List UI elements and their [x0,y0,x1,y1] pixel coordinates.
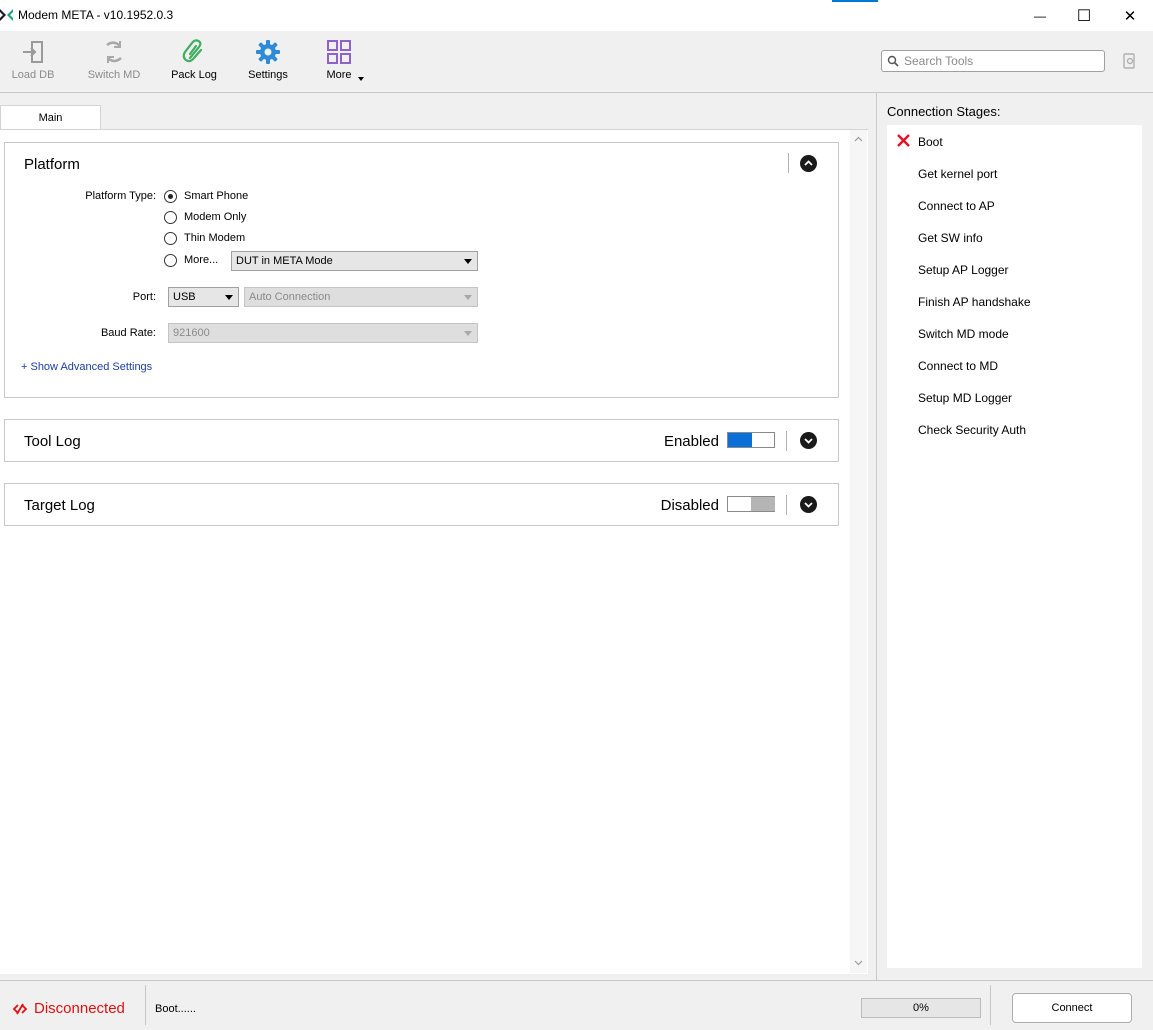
baud-rate-select: 921600 [168,323,478,343]
settings-button[interactable]: Settings [235,39,301,89]
stage-item: Connect to AP [918,199,995,213]
baud-rate-label: Baud Rate: [100,327,156,339]
pack-log-label: Pack Log [171,69,217,81]
stage-item: Get kernel port [918,167,998,181]
switch-md-icon [106,41,122,63]
more-mode-select[interactable]: DUT in META Mode [231,251,478,271]
maximize-icon: ☐ [1076,7,1092,25]
load-db-label: Load DB [11,69,55,81]
platform-title: Platform [24,156,80,173]
section-divider [786,431,787,451]
switch-md-button[interactable]: Switch MD [81,39,147,89]
target-log-state: Disabled [660,497,719,514]
grid-icon [327,40,351,64]
paperclip-icon [182,39,203,63]
dropdown-arrow-icon [464,331,472,336]
stage-item: Switch MD mode [918,327,1009,341]
connection-stages-list [887,125,1142,968]
close-button[interactable]: ✕ [1107,0,1153,31]
connection-select: Auto Connection [244,287,478,307]
target-log-section: Target Log Disabled [4,483,839,526]
plugin-icon[interactable] [1119,51,1139,71]
chevron-down-icon [804,502,813,508]
window-title: Modem META - v10.1952.0.3 [18,8,174,22]
target-log-title: Target Log [24,497,95,514]
target-log-toggle[interactable] [727,496,775,512]
status-divider [145,985,146,1025]
title-bar: Modem META - v10.1952.0.3 — ☐ ✕ [0,0,1153,31]
platform-type-label: Platform Type: [85,190,156,202]
stage-item: Setup MD Logger [918,391,1013,405]
more-button[interactable]: More [306,39,372,89]
progress-text: 0% [913,1002,929,1014]
radio-label: Modem Only [184,211,247,223]
status-message: Boot...... [155,1003,196,1015]
dropdown-arrow-icon [464,259,472,264]
expand-button[interactable] [800,496,817,513]
radio-circle[interactable] [164,190,177,203]
collapse-button[interactable] [800,155,817,172]
tool-log-title: Tool Log [24,433,81,450]
status-divider [990,985,991,1025]
app-logo-icon [0,9,13,21]
toggle-fill [728,433,752,447]
gear-icon [256,40,280,64]
load-db-icon [23,41,43,63]
stage-item: Connect to MD [918,359,999,373]
chevron-up-icon [804,160,813,166]
minimize-icon: — [1034,8,1046,23]
tab-main[interactable]: Main [0,105,101,130]
stage-item: Get SW info [918,231,983,245]
failed-x-icon [897,134,910,147]
stage-item: Check Security Auth [918,423,1027,437]
tool-log-section: Tool Log Enabled [4,419,839,462]
scroll-up-icon[interactable] [854,135,863,144]
switch-md-label: Switch MD [87,69,141,81]
connection-stages-title: Connection Stages: [887,104,1001,119]
pack-log-button[interactable]: Pack Log [161,39,227,89]
connect-button[interactable]: Connect [1012,993,1132,1023]
vertical-scrollbar[interactable] [850,130,867,973]
toggle-fill [751,497,775,511]
more-mode-value: DUT in META Mode [236,255,333,267]
dropdown-arrow-icon [464,295,472,300]
title-accent [832,0,878,2]
section-divider [788,153,789,173]
minimize-button[interactable]: — [1017,0,1063,31]
chevron-down-icon [804,438,813,444]
close-icon: ✕ [1123,7,1137,25]
baud-rate-value: 921600 [173,327,210,339]
progress-bar: 0% [861,998,981,1018]
port-value: USB [173,291,196,303]
more-caret-icon [358,77,364,81]
stage-item: Setup AP Logger [918,263,1009,277]
load-db-button[interactable]: Load DB [0,39,66,89]
connection-status: Disconnected [34,1000,125,1017]
search-icon [887,55,899,67]
maximize-button[interactable]: ☐ [1061,0,1107,31]
search-box[interactable] [881,50,1105,72]
radio-circle[interactable] [164,254,177,267]
stage-item: Finish AP handshake [918,295,1031,309]
port-label: Port: [132,291,156,303]
settings-label: Settings [248,69,288,81]
radio-label: Smart Phone [184,190,249,202]
search-input[interactable] [904,53,1100,69]
scroll-down-icon[interactable] [854,958,863,967]
tool-log-state: Enabled [663,433,719,450]
radio-circle[interactable] [164,211,177,224]
expand-button[interactable] [800,432,817,449]
section-divider [786,495,787,515]
radio-circle[interactable] [164,232,177,245]
radio-label: Thin Modem [184,232,246,244]
connection-value: Auto Connection [249,291,331,303]
stage-item: Boot [918,135,943,149]
tool-log-toggle[interactable] [727,432,775,448]
port-select[interactable]: USB [168,287,239,307]
dropdown-arrow-icon [225,295,233,300]
disconnected-icon [12,1003,28,1015]
show-advanced-settings-link[interactable]: + Show Advanced Settings [21,361,152,373]
radio-label: More... [184,254,219,266]
